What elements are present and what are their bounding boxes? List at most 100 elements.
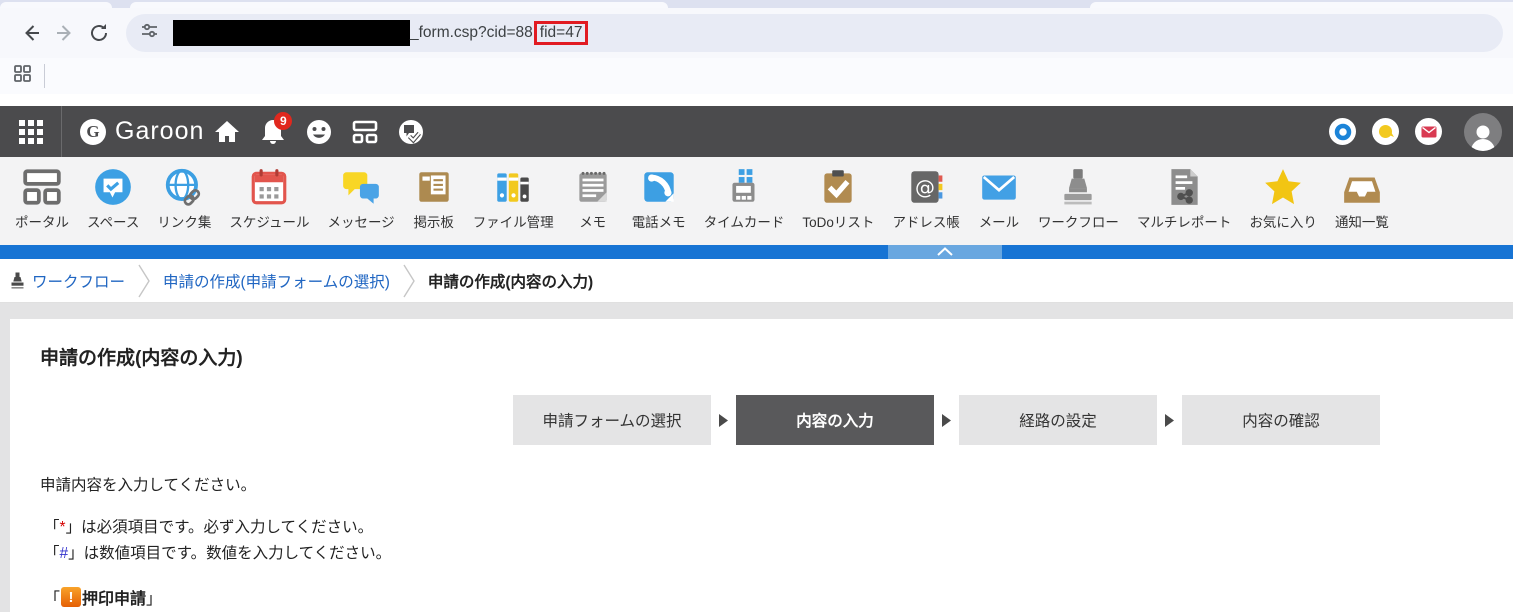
cabinet-icon	[492, 166, 534, 208]
bracket-close: 」	[146, 591, 163, 608]
appbar-item-favorite[interactable]: お気に入り	[1240, 166, 1326, 231]
breadcrumb-link[interactable]: 申請の作成(申請フォームの選択)	[163, 270, 390, 292]
appbar-item-cabinet[interactable]: ファイル管理	[464, 166, 563, 231]
bookmarks-bar	[0, 58, 1513, 94]
form-name-line: 「 ! 押印申請 」	[44, 585, 1513, 609]
field-notes: 「*」は必須項目です。必ず入力してください。「#」は数値項目です。数値を入力して…	[44, 515, 1513, 567]
todo-icon	[817, 166, 859, 208]
chat-service-icon[interactable]	[1372, 118, 1399, 145]
appbar-item-label: お気に入り	[1249, 215, 1317, 230]
mail-service-icon[interactable]	[1415, 118, 1442, 145]
appbar-item-address[interactable]: @ アドレス帳	[883, 166, 969, 231]
cybozu-service-icon[interactable]	[1329, 118, 1356, 145]
notification-icon	[1341, 166, 1383, 208]
appbar-item-bulletin[interactable]: 掲示板	[404, 166, 464, 231]
appbar-item-label: 掲示板	[413, 215, 454, 230]
portal-layout-button[interactable]	[342, 106, 388, 157]
appbar-item-timecard[interactable]: タイムカード	[695, 166, 794, 231]
breadcrumb-separator-icon	[403, 264, 415, 298]
appbar-item-label: アドレス帳	[892, 215, 960, 230]
collapse-menu-button[interactable]	[888, 245, 1002, 259]
appbar-item-space[interactable]: スペース	[78, 166, 148, 231]
appbar-item-label: ToDoリスト	[802, 215, 875, 230]
breadcrumb-separator-icon	[138, 264, 150, 298]
bracket-open: 「	[44, 591, 61, 608]
url-bar[interactable]: _form.csp?cid=88 fid=47	[126, 14, 1503, 52]
browser-toolbar: _form.csp?cid=88 fid=47	[0, 8, 1513, 58]
appbar-item-label: タイムカード	[703, 215, 785, 230]
appbar-item-todo[interactable]: ToDoリスト	[793, 166, 883, 231]
bookmarks-divider	[44, 64, 45, 88]
step-1: 申請フォームの選択	[513, 395, 711, 445]
reload-button[interactable]	[82, 16, 116, 50]
app-launcher-button[interactable]	[0, 106, 62, 157]
field-note: 「*」は必須項目です。必ず入力してください。	[44, 519, 374, 536]
schedule-icon	[248, 166, 290, 208]
chevron-up-icon	[936, 243, 954, 261]
browser-tab-fragment	[0, 2, 112, 8]
step-arrow-icon	[942, 413, 951, 427]
appbar-item-phonemessage[interactable]: 電話メモ	[623, 166, 695, 231]
favorite-icon	[1262, 166, 1304, 208]
window-gap	[0, 94, 1513, 106]
address-icon: @	[905, 166, 947, 208]
page-background: 申請の作成(内容の入力) 申請フォームの選択 内容の入力 経路の設定 内容の確認 申請…	[0, 303, 1513, 612]
garoon-logo[interactable]: G Garoon	[80, 117, 204, 146]
appbar-item-notification[interactable]: 通知一覧	[1326, 166, 1398, 231]
step-2-active: 内容の入力	[736, 395, 934, 445]
url-fid-highlight: fid=47	[533, 21, 589, 45]
garoon-logo-text: Garoon	[115, 117, 205, 145]
notification-count-badge: 9	[274, 112, 293, 130]
back-button[interactable]	[14, 16, 48, 50]
accent-bar	[0, 245, 1513, 259]
field-note: 「#」は数値項目です。数値を入力してください。	[44, 545, 392, 562]
reaction-smiley-button[interactable]	[296, 106, 342, 157]
browser-tab-fragment	[1090, 2, 1513, 8]
appbar-item-links[interactable]: リンク集	[148, 166, 220, 231]
step-indicator: 申請フォームの選択 内容の入力 経路の設定 内容の確認	[513, 395, 1513, 445]
profile-avatar[interactable]	[1464, 112, 1502, 151]
garoon-header: G Garoon 9	[0, 106, 1513, 157]
space-globe-button[interactable]	[388, 106, 434, 157]
appbar-item-schedule[interactable]: スケジュール	[220, 166, 318, 231]
breadcrumb: ワークフロー 申請の作成(申請フォームの選択) 申請の作成(内容の入力)	[0, 259, 1513, 303]
workflow-icon	[1057, 166, 1099, 208]
appbar-item-label: メッセージ	[327, 215, 395, 230]
workflow-stamp-icon	[10, 272, 25, 289]
browser-tab-strip	[0, 0, 1513, 8]
step-3: 経路の設定	[959, 395, 1157, 445]
bulletin-icon	[413, 166, 455, 208]
redacted-url-segment	[173, 20, 410, 46]
tab-groups-icon[interactable]	[13, 64, 32, 88]
appbar-item-label: ワークフロー	[1037, 215, 1119, 230]
appbar-item-label: メモ	[579, 215, 607, 230]
appbar-item-mail[interactable]: メール	[969, 166, 1029, 231]
step-arrow-icon	[1165, 413, 1174, 427]
form-name: 押印申請	[82, 591, 147, 608]
phone-memo-icon	[638, 166, 680, 208]
home-button[interactable]	[204, 106, 250, 157]
appbar-item-workflow[interactable]: ワークフロー	[1029, 166, 1128, 231]
appbar-item-label: メール	[978, 215, 1020, 230]
appbar-item-label: スケジュール	[229, 215, 310, 230]
breadcrumb-link[interactable]: ワークフロー	[32, 270, 125, 292]
note-symbol: #	[59, 545, 69, 562]
appbar-item-multireport[interactable]: マルチレポート	[1128, 166, 1241, 231]
main-panel: 申請の作成(内容の入力) 申請フォームの選択 内容の入力 経路の設定 内容の確認 申請…	[10, 319, 1513, 612]
appbar-item-label: ポータル	[15, 215, 69, 230]
appbar-item-portal[interactable]: ポータル	[6, 166, 78, 231]
site-info-icon[interactable]	[140, 21, 159, 45]
browser-active-tab[interactable]	[130, 2, 668, 8]
mail-icon	[978, 166, 1020, 208]
timecard-icon	[723, 166, 765, 208]
notification-bell-button[interactable]: 9	[250, 106, 296, 157]
step-arrow-icon	[719, 413, 728, 427]
appbar-item-label: ファイル管理	[472, 215, 554, 230]
forward-button[interactable]	[48, 16, 82, 50]
appbar-item-label: スペース	[87, 215, 140, 230]
space-icon	[92, 166, 134, 208]
instruction-text: 申請内容を入力してください。	[40, 477, 257, 494]
appbar-item-memo[interactable]: メモ	[563, 166, 623, 231]
workflow-alert-icon: !	[61, 587, 82, 607]
appbar-item-message[interactable]: メッセージ	[318, 166, 403, 231]
